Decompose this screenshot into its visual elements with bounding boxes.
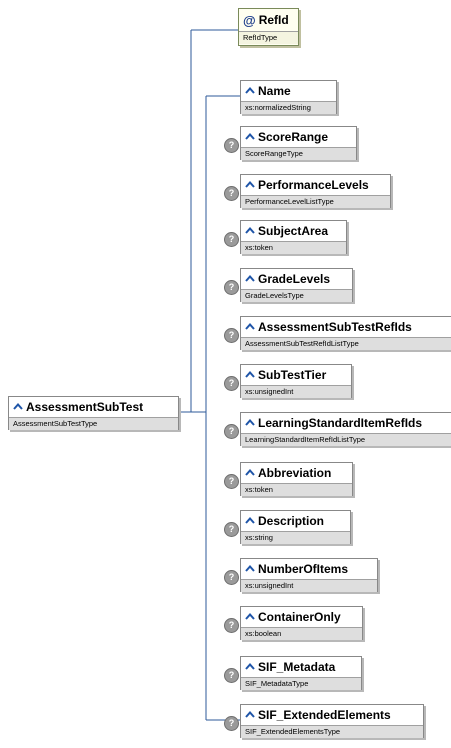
element-type: xs:token: [241, 483, 352, 496]
element-type: AssessmentSubTestRefIdListType: [241, 337, 451, 350]
element-box-sif-metadata[interactable]: SIF_Metadata SIF_MetadataType: [240, 656, 362, 690]
element-icon: [245, 181, 255, 188]
element-icon: [245, 565, 255, 572]
element-icon: [245, 275, 255, 282]
element-header: GradeLevels: [241, 269, 352, 289]
optional-badge-icon: ?: [224, 668, 239, 683]
element-header: Name: [241, 81, 336, 101]
refid-attribute-box[interactable]: @ RefId RefIdType: [238, 8, 299, 46]
at-sign-icon: @: [243, 12, 256, 28]
element-icon: [245, 711, 255, 718]
connector-lines: [179, 29, 240, 721]
element-icon: [245, 469, 255, 476]
element-icon: [245, 87, 255, 94]
element-type: LearningStandardItemRefIdListType: [241, 433, 451, 446]
attribute-type: RefIdType: [239, 31, 298, 44]
element-type: GradeLevelsType: [241, 289, 352, 302]
element-header: ContainerOnly: [241, 607, 362, 627]
element-header: NumberOfItems: [241, 559, 377, 579]
element-header: ScoreRange: [241, 127, 356, 147]
optional-badge-icon: ?: [224, 280, 239, 295]
element-type: xs:unsignedInt: [241, 579, 377, 592]
optional-badge-icon: ?: [224, 186, 239, 201]
element-box-learningstandarditemrefids[interactable]: LearningStandardItemRefIds LearningStanda…: [240, 412, 451, 446]
element-name: Name: [258, 84, 291, 98]
element-type: SIF_ExtendedElementsType: [241, 725, 423, 738]
element-name: PerformanceLevels: [258, 178, 369, 192]
optional-badge-icon: ?: [224, 474, 239, 489]
optional-badge-icon: ?: [224, 570, 239, 585]
element-header: PerformanceLevels: [241, 175, 390, 195]
element-name: GradeLevels: [258, 272, 331, 286]
element-type: SIF_MetadataType: [241, 677, 361, 690]
element-icon: [13, 403, 23, 410]
element-icon: [245, 227, 255, 234]
element-name: NumberOfItems: [258, 562, 349, 576]
element-icon: [245, 133, 255, 140]
element-type: xs:normalizedString: [241, 101, 336, 114]
element-header: SubjectArea: [241, 221, 346, 241]
element-header: LearningStandardItemRefIds: [241, 413, 451, 433]
optional-badge-icon: ?: [224, 232, 239, 247]
element-type: PerformanceLevelListType: [241, 195, 390, 208]
optional-badge-icon: ?: [224, 716, 239, 731]
element-icon: [245, 371, 255, 378]
element-icon: [245, 419, 255, 426]
attribute-name: RefId: [258, 13, 289, 27]
optional-badge-icon: ?: [224, 424, 239, 439]
element-name: ScoreRange: [258, 130, 329, 144]
element-icon: [245, 517, 255, 524]
element-box-name[interactable]: Name xs:normalizedString: [240, 80, 337, 114]
element-type: xs:boolean: [241, 627, 362, 640]
element-header: Description: [241, 511, 350, 531]
schema-diagram: AssessmentSubTest AssessmentSubTestType …: [0, 0, 451, 748]
element-box-description[interactable]: Description xs:string: [240, 510, 351, 544]
element-name: LearningStandardItemRefIds: [258, 416, 423, 430]
element-box-subtesttier[interactable]: SubTestTier xs:unsignedInt: [240, 364, 352, 398]
element-box-containeronly[interactable]: ContainerOnly xs:boolean: [240, 606, 363, 640]
optional-badge-icon: ?: [224, 328, 239, 343]
root-element-type: AssessmentSubTestType: [9, 417, 178, 430]
element-name: Description: [258, 514, 325, 528]
element-type: ScoreRangeType: [241, 147, 356, 160]
element-box-subjectarea[interactable]: SubjectArea xs:token: [240, 220, 347, 254]
element-type: xs:token: [241, 241, 346, 254]
element-icon: [245, 613, 255, 620]
element-box-gradelevels[interactable]: GradeLevels GradeLevelsType: [240, 268, 353, 302]
optional-badge-icon: ?: [224, 376, 239, 391]
element-box-assessmentsubtestrefids[interactable]: AssessmentSubTestRefIds AssessmentSubTest…: [240, 316, 451, 350]
element-header: SIF_Metadata: [241, 657, 361, 677]
element-box-performancelevels[interactable]: PerformanceLevels PerformanceLevelListTyp…: [240, 174, 391, 208]
element-header: SubTestTier: [241, 365, 351, 385]
optional-badge-icon: ?: [224, 618, 239, 633]
element-icon: [245, 663, 255, 670]
attribute-header: @ RefId: [239, 9, 298, 31]
element-box-numberofitems[interactable]: NumberOfItems xs:unsignedInt: [240, 558, 378, 592]
element-name: AssessmentSubTestRefIds: [258, 320, 412, 334]
element-header: SIF_ExtendedElements: [241, 705, 423, 725]
optional-badge-icon: ?: [224, 138, 239, 153]
element-name: ContainerOnly: [258, 610, 341, 624]
element-box-sif-extendedelements[interactable]: SIF_ExtendedElements SIF_ExtendedElements…: [240, 704, 424, 738]
element-box-scorerange[interactable]: ScoreRange ScoreRangeType: [240, 126, 357, 160]
element-name: SIF_Metadata: [258, 660, 336, 674]
root-element-name: AssessmentSubTest: [26, 400, 144, 414]
element-type: xs:string: [241, 531, 350, 544]
element-box-abbreviation[interactable]: Abbreviation xs:token: [240, 462, 353, 496]
element-header: Abbreviation: [241, 463, 352, 483]
element-header: AssessmentSubTestRefIds: [241, 317, 451, 337]
element-name: SubTestTier: [258, 368, 327, 382]
optional-badge-icon: ?: [224, 522, 239, 537]
element-name: Abbreviation: [258, 466, 332, 480]
element-name: SubjectArea: [258, 224, 329, 238]
element-type: xs:unsignedInt: [241, 385, 351, 398]
root-element-header: AssessmentSubTest: [9, 397, 178, 417]
element-icon: [245, 323, 255, 330]
root-element-box[interactable]: AssessmentSubTest AssessmentSubTestType: [8, 396, 179, 430]
element-name: SIF_ExtendedElements: [258, 708, 391, 722]
